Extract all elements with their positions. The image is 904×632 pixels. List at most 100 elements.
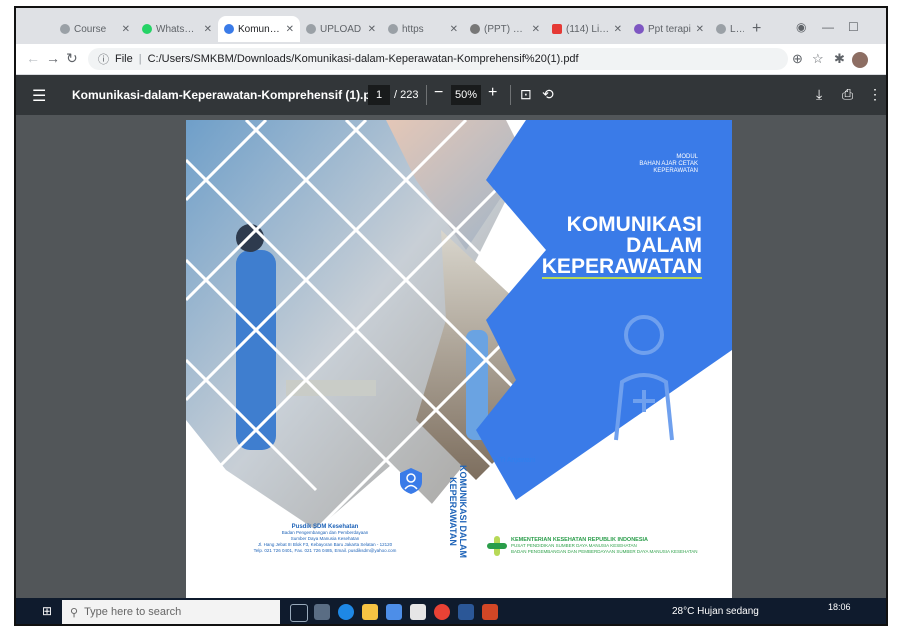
close-icon[interactable]: ✕ [286,24,294,35]
tab-https[interactable]: https ✕ [382,16,464,42]
close-icon[interactable]: ✕ [368,24,376,35]
zoom-level-input[interactable]: 50% [451,85,481,105]
task-view-icon[interactable] [314,604,330,620]
taskbar-search-box[interactable]: ⚲ Type here to search [62,600,280,624]
modul-line: KEPERAWATAN [653,168,698,174]
close-icon[interactable]: ✕ [450,24,458,35]
tab-favicon-icon [60,24,70,34]
account-icon[interactable]: ◉ [796,20,806,34]
back-arrow-icon[interactable]: ← [26,50,40,66]
pusdik-address-block: Pusdik SDM Kesehatan Badan Pengembangan … [250,524,400,554]
info-icon[interactable]: ⓘ [98,51,109,67]
menu-icon[interactable]: ☰ [32,86,46,106]
bookmark-star-icon[interactable]: ☆ [812,51,824,67]
whatsapp-icon [142,24,152,34]
academia-icon [470,24,480,34]
title-line: KEPERAWATAN [541,255,702,279]
tab-lara[interactable]: Lara wiker [710,16,750,42]
tab-favicon-icon [388,24,398,34]
youtube-icon [552,24,562,34]
tab-label: Course [74,23,107,35]
close-icon[interactable]: ✕ [122,24,130,35]
tab-label: WhatsApp [156,23,200,35]
toolbar-divider [426,85,427,105]
tab-ppt-terapi[interactable]: Ppt terapi ✕ [628,16,710,42]
store-icon[interactable] [410,604,426,620]
modul-line: MODUL [676,154,698,160]
fit-page-icon[interactable]: ⊡ [520,86,532,103]
print-icon[interactable]: ⎙ [842,86,853,103]
pdf-file-title: Komunikasi-dalam-Keperawatan-Komprehensi… [72,88,383,102]
more-vert-icon[interactable]: ⋮ [868,86,882,103]
cortana-icon[interactable] [290,604,308,622]
tab-favicon-icon [716,24,726,34]
toolbar-divider [510,85,511,105]
spine-title: KOMUNIKASI DALAM KEPERAWATAN [448,465,468,558]
windows-taskbar: ⊞ ⚲ Type here to search 28°C Hujan sedan… [16,598,886,624]
profile-avatar[interactable] [852,52,868,68]
title-line: DALAM [626,234,702,257]
file-explorer-icon[interactable] [362,604,378,620]
search-placeholder: Type here to search [84,606,182,618]
word-icon[interactable] [458,604,474,620]
tab-course[interactable]: Course ✕ [54,16,136,42]
tab-whatsapp[interactable]: WhatsApp ✕ [136,16,218,42]
kemenkes-line: BADAN PENGEMBANGAN DAN PEMBERDAYAAN SUMB… [511,548,698,554]
pdf-page-cover: MODUL BAHAN AJAR CETAK KEPERAWATAN KOMUN… [186,120,732,598]
zoom-out-button[interactable]: − [434,84,443,102]
rotate-icon[interactable]: ⟲ [542,86,554,103]
address-bar[interactable]: ⓘ File | C:/Users/SMKBM/Downloads/Komuni… [88,48,788,70]
kemenkes-logo-icon [487,536,507,556]
zoom-in-button[interactable]: + [488,84,497,102]
tab-ppt[interactable]: (PPT) PPT ✕ [464,16,546,42]
reload-icon[interactable]: ↻ [66,50,78,67]
close-icon[interactable]: ✕ [204,24,212,35]
shield-logo-icon [400,468,422,494]
cover-title: KOMUNIKASI DALAM KEPERAWATAN [541,213,702,279]
spine-line: KEPERAWATAN [448,477,458,546]
tab-label: (PPT) PPT [484,23,528,35]
forward-arrow-icon[interactable]: → [46,50,60,66]
scheme-label: File [115,53,133,65]
search-icon: ⚲ [70,606,79,619]
tab-label: Komunikasi [238,23,282,35]
pdf-viewport[interactable]: MODUL BAHAN AJAR CETAK KEPERAWATAN KOMUN… [16,115,886,614]
screenshot-frame: Course ✕ WhatsApp ✕ Komunikasi ✕ UPLOAD ✕ ht… [14,6,888,626]
maximize-icon[interactable]: ☐ [848,20,859,34]
tab-label: Ppt terapi [648,23,691,35]
tab-label: Lara wiker [730,23,744,35]
page-number-input[interactable]: 1 [368,85,390,105]
pdf-tab-icon [224,24,234,34]
close-icon[interactable]: ✕ [614,24,622,35]
extensions-icon[interactable]: ✱ [834,51,845,67]
tab-komunikasi[interactable]: Komunikasi ✕ [218,16,300,42]
pusdik-line: Telp. 021 726 0401, Fax. 021 726 0485, E… [253,548,397,553]
title-line: KOMUNIKASI [566,213,702,236]
chrome-icon[interactable] [434,604,450,620]
modul-line: BAHAN AJAR CETAK [639,161,698,167]
new-tab-button[interactable]: + [752,20,761,38]
blue-title-panel [476,120,732,500]
weather-widget[interactable]: 28°C Hujan sedang [672,606,759,617]
windows-start-icon[interactable]: ⊞ [42,604,52,618]
nurse-figure [236,250,276,450]
mail-icon[interactable] [386,604,402,620]
edge-icon[interactable] [338,604,354,620]
minimize-icon[interactable]: — [822,20,834,34]
download-icon[interactable]: ⤓ [816,86,822,103]
powerpoint-icon[interactable] [482,604,498,620]
browser-toolbar: ← → ↻ ⓘ File | C:/Users/SMKBM/Downloads/… [16,44,886,75]
tab-favicon-icon [634,24,644,34]
close-icon[interactable]: ✕ [696,24,704,35]
spine-line: KOMUNIKASI DALAM [458,465,468,558]
browser-tabstrip: Course ✕ WhatsApp ✕ Komunikasi ✕ UPLOAD ✕ ht… [16,8,886,44]
pdf-toolbar: ☰ Komunikasi-dalam-Keperawatan-Komprehen… [16,75,886,115]
modul-label: MODUL BAHAN AJAR CETAK KEPERAWATAN [639,154,698,175]
tab-upload[interactable]: UPLOAD ✕ [300,16,382,42]
close-icon[interactable]: ✕ [532,24,540,35]
zoom-icon[interactable]: ⊕ [792,51,803,67]
tab-liga[interactable]: (114) Liga ✕ [546,16,628,42]
taskbar-clock[interactable]: 18:06 [828,602,851,612]
address-separator: | [138,53,142,65]
url-text: C:/Users/SMKBM/Downloads/Komunikasi-dala… [147,53,579,65]
